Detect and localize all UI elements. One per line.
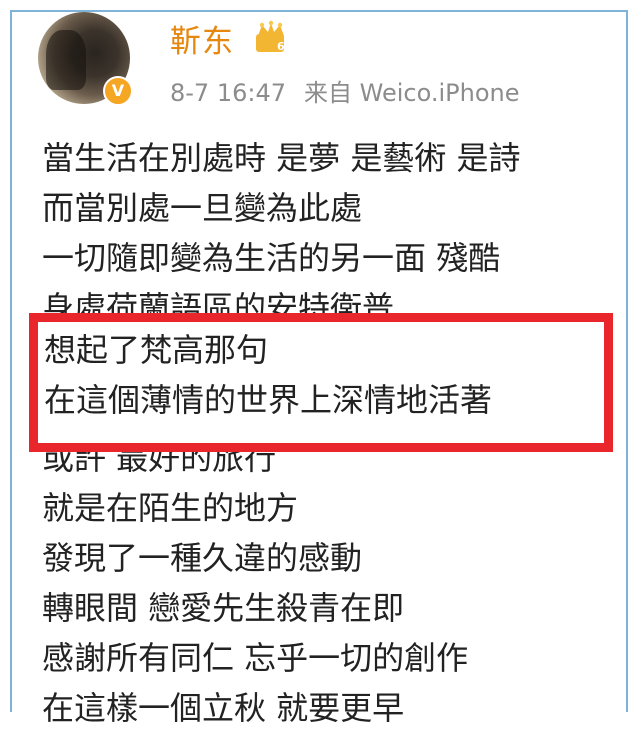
highlight-line: 在這個薄情的世界上深情地活著 xyxy=(44,381,493,419)
author-name[interactable]: 靳东 xyxy=(170,16,234,61)
post-line: 發現了一種久違的感動 xyxy=(42,539,363,577)
post-line: 當生活在別處時 是夢 是藝術 是詩 xyxy=(42,139,521,177)
verified-v-icon: V xyxy=(103,76,133,106)
post-line: 轉眼間 戀愛先生殺青在即 xyxy=(42,589,405,627)
post-line: 感謝所有同仁 忘乎一切的創作 xyxy=(42,639,469,677)
post-time: 8-7 16:47 xyxy=(170,79,286,107)
highlight-line: 想起了梵高那句 xyxy=(44,331,269,369)
post-line: 就是在陌生的地方 xyxy=(42,489,299,527)
post-source[interactable]: 来自 Weico.iPhone xyxy=(304,79,519,107)
crown-badge-icon[interactable]: 6 xyxy=(254,20,288,54)
highlight-box: 想起了梵高那句 在這個薄情的世界上深情地活著 xyxy=(29,313,613,452)
post-line: 在這樣一個立秋 就要更早 xyxy=(42,689,405,727)
svg-text:6: 6 xyxy=(277,40,285,53)
post-line: 一切隨即變為生活的另一面 殘酷 xyxy=(42,239,501,277)
post-line: 而當別處一旦變為此處 xyxy=(42,189,363,227)
post-meta: 8-7 16:47 来自 Weico.iPhone xyxy=(170,73,519,108)
